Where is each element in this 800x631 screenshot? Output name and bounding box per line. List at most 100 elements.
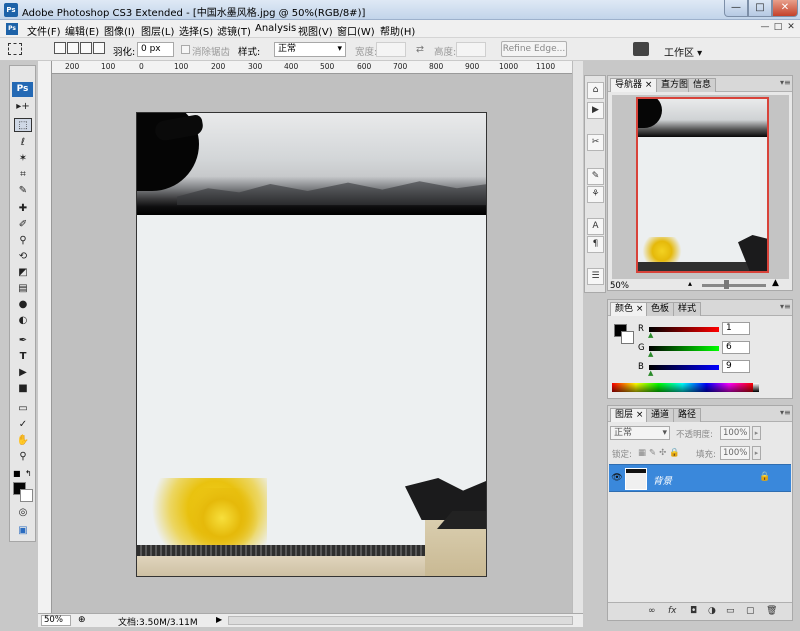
menu-file[interactable]: 文件(F) bbox=[27, 23, 61, 38]
menu-filter[interactable]: 滤镜(T) bbox=[217, 23, 251, 38]
history-icon[interactable]: ⌂ bbox=[587, 82, 604, 99]
hand-tool-icon[interactable]: ✋ bbox=[14, 434, 32, 448]
tab-layers[interactable]: 图层 × bbox=[610, 408, 649, 422]
menu-layer[interactable]: 图层(L) bbox=[141, 23, 174, 38]
tab-styles[interactable]: 样式 bbox=[673, 302, 702, 316]
quick-mask-icon[interactable]: ◎ bbox=[14, 506, 32, 520]
new-selection-icon[interactable] bbox=[54, 42, 66, 54]
navigator-zoom-knob[interactable] bbox=[724, 280, 729, 289]
slice-tool-icon[interactable]: ✎ bbox=[14, 184, 32, 198]
black-white-ramp[interactable] bbox=[753, 383, 759, 392]
vertical-scrollbar[interactable] bbox=[572, 61, 583, 613]
refine-edge-button[interactable]: Refine Edge... bbox=[501, 41, 567, 57]
tab-swatches[interactable]: 色板 bbox=[646, 302, 675, 316]
antialias-checkbox[interactable] bbox=[181, 45, 190, 54]
doc-minimize-icon[interactable]: — bbox=[760, 22, 770, 32]
default-colors-icon[interactable]: ■ bbox=[13, 469, 21, 478]
crop-tool-icon[interactable]: ⌗ bbox=[14, 168, 32, 182]
fill-input[interactable]: 100% bbox=[720, 446, 750, 460]
screen-mode-icon[interactable]: ▣ bbox=[14, 524, 32, 538]
width-input[interactable] bbox=[376, 42, 406, 57]
subtract-selection-icon[interactable] bbox=[80, 42, 92, 54]
swap-colors-icon[interactable]: ↰ bbox=[25, 469, 32, 478]
color-background-swatch[interactable] bbox=[621, 331, 634, 344]
delete-layer-icon[interactable]: 🗑 bbox=[766, 606, 777, 616]
zoom-tool-icon[interactable]: ⚲ bbox=[14, 450, 32, 464]
bridge-icon[interactable] bbox=[633, 42, 649, 56]
brush-tool-icon[interactable]: ✐ bbox=[14, 218, 32, 232]
height-input[interactable] bbox=[456, 42, 486, 57]
minimize-button[interactable]: — bbox=[724, 0, 748, 17]
notes-tool-icon[interactable]: ▭ bbox=[14, 402, 32, 416]
panel-menu-icon[interactable]: ▾≡ bbox=[780, 408, 791, 417]
maximize-button[interactable]: □ bbox=[748, 0, 772, 17]
tab-color[interactable]: 颜色 × bbox=[610, 302, 649, 316]
eraser-tool-icon[interactable]: ◩ bbox=[14, 266, 32, 280]
green-value-input[interactable]: 6 bbox=[722, 341, 750, 354]
opacity-input[interactable]: 100% bbox=[720, 426, 750, 440]
tool-preset-icon[interactable] bbox=[8, 43, 22, 55]
marquee-tool-icon[interactable]: ⬚ bbox=[14, 118, 32, 132]
add-selection-icon[interactable] bbox=[67, 42, 79, 54]
swap-dimensions-icon[interactable]: ⇄ bbox=[416, 44, 424, 55]
navigator-zoom-input[interactable]: 50% bbox=[610, 281, 650, 291]
navigator-view-box[interactable] bbox=[636, 97, 769, 273]
adjustment-layer-icon[interactable]: ◑ bbox=[708, 606, 716, 616]
zoom-level-field[interactable]: 50% bbox=[41, 615, 71, 626]
layer-style-icon[interactable]: fx bbox=[668, 606, 677, 616]
navigator-preview[interactable] bbox=[612, 95, 789, 279]
shape-tool-icon[interactable]: ■ bbox=[14, 382, 32, 396]
gradient-tool-icon[interactable]: ▤ bbox=[14, 282, 32, 296]
fill-arrow-icon[interactable]: ▸ bbox=[752, 446, 761, 460]
red-slider-thumb[interactable]: ▲ bbox=[648, 331, 653, 339]
red-value-input[interactable]: 1 bbox=[722, 322, 750, 335]
photoshop-logo[interactable]: Ps bbox=[12, 82, 33, 97]
paragraph-icon[interactable]: ¶ bbox=[587, 236, 604, 253]
close-button[interactable]: ✕ bbox=[772, 0, 798, 17]
lasso-tool-icon[interactable]: ℓ bbox=[14, 136, 32, 150]
document-canvas[interactable] bbox=[136, 112, 487, 577]
healing-brush-tool-icon[interactable]: ✚ bbox=[14, 202, 32, 216]
new-layer-icon[interactable]: ▢ bbox=[746, 606, 755, 616]
visibility-eye-icon[interactable]: 👁 bbox=[611, 473, 623, 485]
navigator-zoom-slider[interactable] bbox=[702, 284, 766, 287]
background-color-swatch[interactable] bbox=[20, 489, 33, 502]
pen-tool-icon[interactable]: ✒ bbox=[14, 334, 32, 348]
magic-wand-tool-icon[interactable]: ✶ bbox=[14, 152, 32, 166]
panel-menu-icon[interactable]: ▾≡ bbox=[780, 302, 791, 311]
layer-row-background[interactable]: 👁 背景 🔒 bbox=[609, 464, 791, 492]
status-icon[interactable]: ⊕ bbox=[78, 615, 86, 625]
red-slider[interactable] bbox=[649, 327, 719, 332]
blend-mode-select[interactable]: 正常 ▾ bbox=[610, 426, 670, 440]
menu-help[interactable]: 帮助(H) bbox=[380, 23, 415, 38]
horizontal-scrollbar[interactable] bbox=[228, 616, 573, 625]
doc-close-icon[interactable]: ✕ bbox=[786, 22, 796, 32]
panel-menu-icon[interactable]: ▾≡ bbox=[780, 78, 791, 87]
zoom-in-icon[interactable]: ▲ bbox=[772, 278, 779, 288]
layer-name[interactable]: 背景 bbox=[653, 473, 672, 487]
blur-tool-icon[interactable]: ● bbox=[14, 298, 32, 312]
document-icon[interactable]: Ps bbox=[6, 23, 18, 35]
clone-stamp-tool-icon[interactable]: ⚲ bbox=[14, 234, 32, 248]
menu-image[interactable]: 图像(I) bbox=[104, 23, 135, 38]
blue-slider[interactable] bbox=[649, 365, 719, 370]
feather-input[interactable]: 0 px bbox=[137, 42, 174, 57]
blue-value-input[interactable]: 9 bbox=[722, 360, 750, 373]
type-tool-icon[interactable]: T bbox=[14, 350, 32, 364]
history-brush-tool-icon[interactable]: ⟲ bbox=[14, 250, 32, 264]
green-slider-thumb[interactable]: ▲ bbox=[648, 350, 653, 358]
intersect-selection-icon[interactable] bbox=[93, 42, 105, 54]
green-slider[interactable] bbox=[649, 346, 719, 351]
zoom-out-icon[interactable]: ▴ bbox=[688, 279, 692, 288]
style-select[interactable]: 正常 ▾ bbox=[274, 42, 346, 57]
tab-channels[interactable]: 通道 bbox=[646, 408, 675, 422]
clone-source-icon[interactable]: ⚘ bbox=[587, 186, 604, 203]
menu-select[interactable]: 选择(S) bbox=[179, 23, 213, 38]
menu-analysis[interactable]: Analysis bbox=[255, 23, 296, 34]
move-tool-icon[interactable]: ▸+ bbox=[14, 100, 32, 114]
eyedropper-tool-icon[interactable]: ✓ bbox=[14, 418, 32, 432]
menu-window[interactable]: 窗口(W) bbox=[337, 23, 375, 38]
tool-presets-icon[interactable]: ✂ bbox=[587, 134, 604, 151]
menu-edit[interactable]: 编辑(E) bbox=[65, 23, 99, 38]
path-selection-tool-icon[interactable]: ▶ bbox=[14, 366, 32, 380]
